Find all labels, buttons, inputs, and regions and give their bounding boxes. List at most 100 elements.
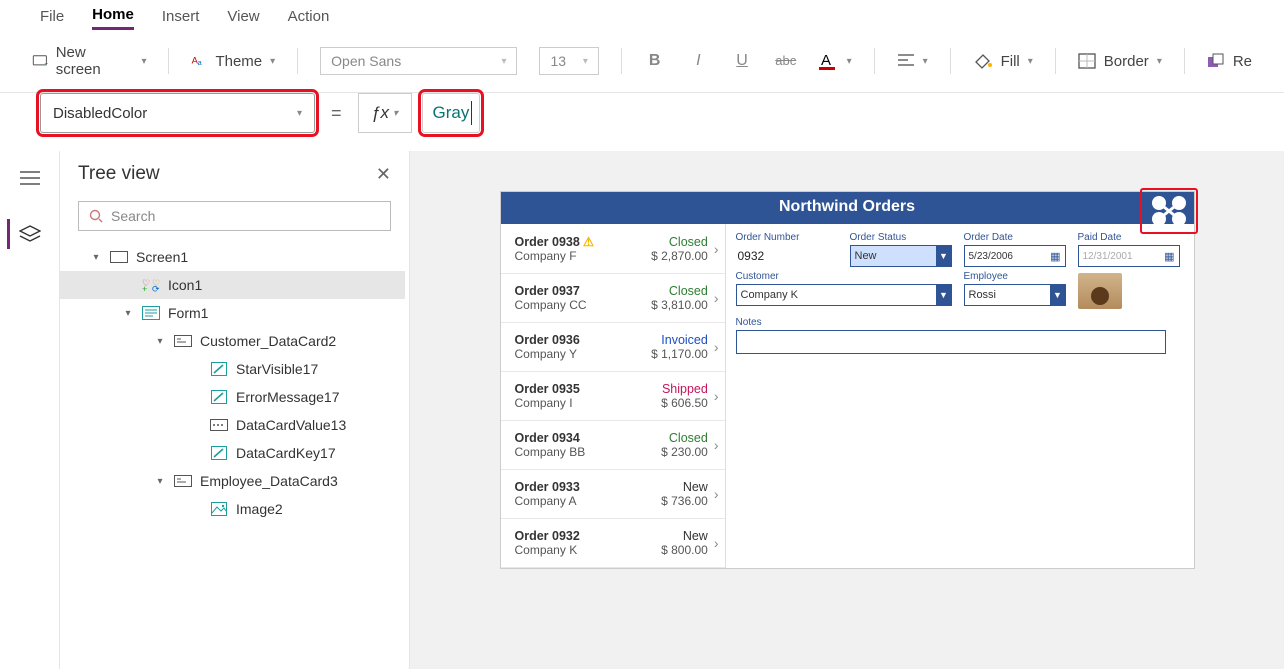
- theme-button[interactable]: Aa Theme ▾: [191, 53, 275, 70]
- order-details-form: Order Number 0932 Order Status New ▼ Ord…: [726, 224, 1194, 568]
- font-family-select[interactable]: Open Sans▾: [320, 47, 517, 75]
- datacard-node-icon: [174, 334, 192, 348]
- image-node-icon: [210, 502, 228, 516]
- ribbon: + New screen ▾ Aa Theme ▾ Open Sans▾ 13▾…: [0, 34, 1284, 93]
- order-amount-label: $ 736.00: [661, 494, 708, 508]
- bold-button[interactable]: B: [644, 52, 666, 70]
- order-id-label: Order 0935: [515, 382, 580, 396]
- label-node-icon: [210, 446, 228, 460]
- formula-input[interactable]: Gray: [422, 93, 481, 133]
- chevron-right-icon: ›: [714, 339, 719, 355]
- tab-insert[interactable]: Insert: [162, 8, 200, 29]
- tab-file[interactable]: File: [40, 8, 64, 29]
- form-node-icon: [142, 306, 160, 320]
- order-status-select[interactable]: New ▼: [850, 245, 952, 267]
- strike-button[interactable]: abc: [775, 52, 797, 70]
- tree-node-datacardvalue[interactable]: DataCardValue13: [60, 411, 405, 439]
- tree-node-errormessage[interactable]: ErrorMessage17: [60, 383, 405, 411]
- dropdown-node-icon: [210, 418, 228, 432]
- tab-home[interactable]: Home: [92, 6, 134, 30]
- tree-list[interactable]: ▾ Screen1 ♡♡+⟳ Icon1 ▾ Form1 ▾ Customer_…: [60, 243, 409, 669]
- group-node-icon: ♡♡+⟳: [142, 278, 160, 292]
- lbl-notes: Notes: [736, 317, 1180, 328]
- lbl-customer: Customer: [736, 271, 952, 282]
- main-area: Tree view ✕ Search ▾ Screen1 ♡♡+⟳ Icon1 …: [0, 151, 1284, 669]
- screen-icon: +: [32, 53, 48, 69]
- app-title-bar: Northwind Orders: [501, 192, 1194, 224]
- border-button[interactable]: Border ▾: [1078, 53, 1162, 70]
- border-label: Border: [1104, 53, 1149, 70]
- val-order-number: 0932: [736, 245, 838, 267]
- selected-icon: [1149, 194, 1189, 228]
- align-button[interactable]: ▾: [897, 53, 928, 69]
- tree-node-datacardkey[interactable]: DataCardKey17: [60, 439, 405, 467]
- fill-button[interactable]: Fill ▾: [973, 52, 1033, 70]
- tree-label: Screen1: [136, 249, 188, 265]
- design-canvas[interactable]: Northwind Orders Order 0938⚠Company FClo…: [410, 151, 1284, 669]
- tree-search-input[interactable]: Search: [78, 201, 391, 231]
- tree-node-form1[interactable]: ▾ Form1: [60, 299, 405, 327]
- svg-text:A: A: [821, 52, 831, 69]
- property-selector[interactable]: DisabledColor ▾: [40, 93, 315, 133]
- order-amount-label: $ 606.50: [661, 396, 708, 410]
- order-list-item[interactable]: Order 0934Company BBClosed$ 230.00›: [501, 421, 725, 470]
- label-node-icon: [210, 390, 228, 404]
- tree-node-customer-card[interactable]: ▾ Customer_DataCard2: [60, 327, 405, 355]
- order-list-item[interactable]: Order 0938⚠Company FClosed$ 2,870.00›: [501, 224, 725, 274]
- order-company-label: Company I: [515, 396, 662, 410]
- chevron-right-icon: ›: [714, 241, 719, 257]
- font-size-select[interactable]: 13▾: [539, 47, 598, 75]
- order-id-label: Order 0936: [515, 333, 580, 347]
- tree-label: Image2: [236, 501, 283, 517]
- fill-label: Fill: [1001, 53, 1020, 70]
- tree-node-screen1[interactable]: ▾ Screen1: [60, 243, 405, 271]
- order-gallery[interactable]: Order 0938⚠Company FClosed$ 2,870.00›Ord…: [501, 224, 726, 568]
- order-list-item[interactable]: Order 0933Company ANew$ 736.00›: [501, 470, 725, 519]
- val-order-status: New: [855, 250, 877, 262]
- tab-action[interactable]: Action: [288, 8, 330, 29]
- order-list-item[interactable]: Order 0936Company YInvoiced$ 1,170.00›: [501, 323, 725, 372]
- formula-value: Gray: [433, 103, 470, 123]
- rail-hamburger[interactable]: [9, 163, 51, 193]
- datacard-node-icon: [174, 474, 192, 488]
- order-amount-label: $ 3,810.00: [651, 298, 708, 312]
- selected-control-outline[interactable]: [1140, 188, 1198, 234]
- new-screen-label: New screen: [56, 44, 134, 78]
- customer-select[interactable]: Company K ▼: [736, 284, 952, 306]
- order-status-label: Invoiced: [651, 333, 708, 347]
- tree-node-icon1[interactable]: ♡♡+⟳ Icon1: [60, 271, 405, 299]
- tab-view[interactable]: View: [227, 8, 259, 29]
- tree-node-image2[interactable]: Image2: [60, 495, 405, 523]
- order-date-picker[interactable]: 5/23/2006 ▦: [964, 245, 1066, 267]
- order-list-item[interactable]: Order 0932Company KNew$ 800.00›: [501, 519, 725, 568]
- font-family-value: Open Sans: [331, 53, 401, 69]
- font-color-button[interactable]: A ▾: [819, 51, 852, 71]
- svg-text:+: +: [142, 284, 147, 292]
- calendar-icon: ▦: [1050, 250, 1060, 263]
- svg-text:+: +: [44, 61, 47, 68]
- notes-input[interactable]: [736, 330, 1166, 354]
- order-id-label: Order 0933: [515, 480, 580, 494]
- rail-tree-view[interactable]: [7, 219, 49, 249]
- tree-label: Employee_DataCard3: [200, 473, 338, 489]
- tree-close-button[interactable]: ✕: [376, 164, 391, 185]
- tree-node-starvisible[interactable]: StarVisible17: [60, 355, 405, 383]
- order-status-label: Closed: [651, 284, 708, 298]
- new-screen-button[interactable]: + New screen ▾: [32, 44, 146, 78]
- reorder-button[interactable]: Re: [1207, 53, 1252, 70]
- left-rail: [0, 151, 60, 669]
- underline-button[interactable]: U: [731, 52, 753, 70]
- order-list-item[interactable]: Order 0937Company CCClosed$ 3,810.00›: [501, 274, 725, 323]
- order-list-item[interactable]: Order 0935Company IShipped$ 606.50›: [501, 372, 725, 421]
- employee-avatar: [1078, 273, 1122, 309]
- italic-button[interactable]: I: [688, 52, 710, 70]
- paid-date-picker[interactable]: 12/31/2001 ▦: [1078, 245, 1180, 267]
- calendar-icon: ▦: [1164, 250, 1174, 263]
- menu-bar: File Home Insert View Action: [0, 0, 1284, 34]
- fx-button[interactable]: ƒx▾: [358, 93, 412, 133]
- theme-label: Theme: [215, 53, 262, 70]
- tree-node-employee-card[interactable]: ▾ Employee_DataCard3: [60, 467, 405, 495]
- employee-select[interactable]: Rossi ▼: [964, 284, 1066, 306]
- tree-label: Form1: [168, 305, 208, 321]
- reorder-icon: [1207, 53, 1225, 69]
